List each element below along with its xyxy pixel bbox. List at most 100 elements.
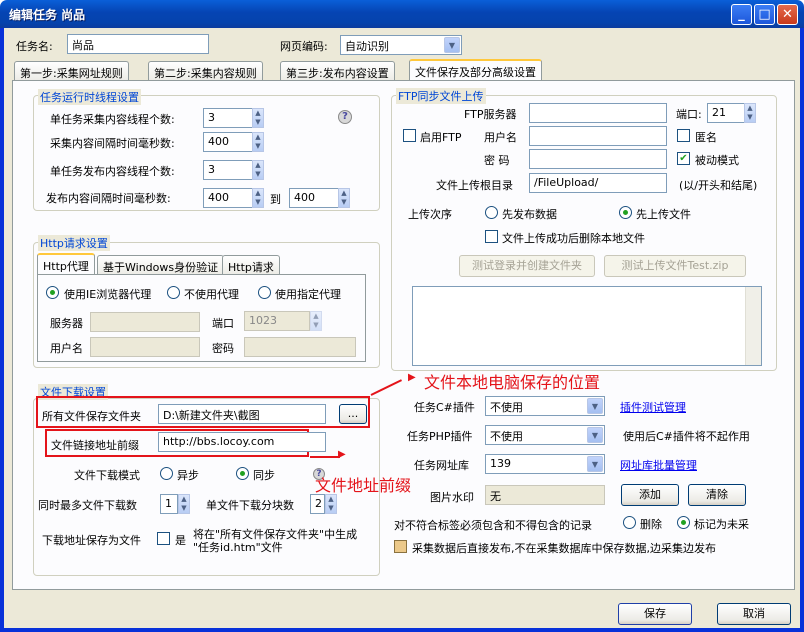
tab-step3[interactable]: 第三步:发布内容设置 <box>280 61 395 81</box>
csharp-plugin-select[interactable]: 不使用 ▼ <box>485 396 605 416</box>
test-upload-button[interactable]: 测试上传文件Test.zip <box>604 255 746 277</box>
pub-interval-from-spinner[interactable]: ▲ ▼ <box>252 188 264 208</box>
cancel-button[interactable]: 取消 <box>717 603 791 625</box>
annotation-prefix: 文件地址前缀 <box>315 476 412 495</box>
direct-publish-label: 采集数据后直接发布,不在采集数据库中保存数据,边采集边发布 <box>412 542 716 555</box>
title-bar[interactable]: 编辑任务 尚品 _ □ ✕ <box>0 0 804 28</box>
ftp-server-label: FTP服务器 <box>464 108 517 121</box>
ftp-port-input[interactable]: 21 <box>707 103 745 123</box>
pub-interval-from-input[interactable]: 400 <box>203 188 253 208</box>
proxy-none-radio[interactable] <box>167 286 180 299</box>
php-plugin-select[interactable]: 不使用 ▼ <box>485 425 605 445</box>
clear-button[interactable]: 清除 <box>688 484 746 506</box>
save-button[interactable]: 保存 <box>618 603 692 625</box>
help-icon[interactable]: ? <box>338 110 352 124</box>
interval-input[interactable]: 400 <box>203 132 253 152</box>
task-name-input[interactable]: 尚品 <box>67 34 209 54</box>
order-upload-radio[interactable] <box>619 206 632 219</box>
nomatch-delete-radio[interactable] <box>623 516 636 529</box>
maximize-button[interactable]: □ <box>754 4 775 25</box>
mode-async-label: 异步 <box>177 469 199 482</box>
proxy-custom-label: 使用指定代理 <box>275 288 341 301</box>
tab-step1[interactable]: 第一步:采集网址规则 <box>14 61 129 81</box>
encoding-label: 网页编码: <box>280 40 328 53</box>
close-button[interactable]: ✕ <box>777 4 798 25</box>
interval-spinner[interactable]: ▲ ▼ <box>252 132 264 152</box>
annotation-location: 文件本地电脑保存的位置 <box>424 373 601 392</box>
url-library-select[interactable]: 139 ▼ <box>485 454 605 474</box>
chunks-input[interactable]: 2 <box>310 494 325 514</box>
test-login-button[interactable]: 测试登录并创建文件夹 <box>459 255 595 277</box>
prefix-label: 文件链接地址前缀 <box>51 439 139 452</box>
proxy-ie-radio[interactable] <box>46 286 59 299</box>
passive-mode-checkbox[interactable]: ✔ <box>677 152 690 165</box>
chunks-spinner[interactable]: ▲ ▼ <box>325 494 337 514</box>
mode-sync-radio[interactable] <box>236 467 249 480</box>
add-button[interactable]: 添加 <box>621 484 679 506</box>
tab-http-proxy[interactable]: Http代理 <box>37 253 95 275</box>
tab-windows-auth[interactable]: 基于Windows身份验证 <box>97 255 225 275</box>
proxy-port-input[interactable]: 1023 <box>244 311 310 331</box>
php-plugin-note: 使用后C#插件将不起作用 <box>623 430 750 443</box>
folder-input[interactable]: D:\新建文件夹\截图 <box>158 404 326 424</box>
browse-button[interactable]: ... <box>339 404 367 424</box>
enable-ftp-checkbox[interactable] <box>403 129 416 142</box>
max-downloads-label: 同时最多文件下载数 <box>38 499 137 512</box>
save-as-checkbox[interactable] <box>157 532 170 545</box>
proxy-custom-radio[interactable] <box>258 286 271 299</box>
encoding-select[interactable]: 自动识别 ▼ <box>340 35 462 55</box>
url-library-link[interactable]: 网址库批量管理 <box>620 457 697 473</box>
passive-mode-label: 被动模式 <box>695 154 739 167</box>
anonymous-checkbox[interactable] <box>677 129 690 142</box>
pub-threads-input[interactable]: 3 <box>203 160 253 180</box>
save-as-description: 将在"所有文件保存文件夹"中生成 "任务id.htm"文件 <box>193 528 358 554</box>
tab-file-save[interactable]: 文件保存及部分高级设置 <box>409 59 542 81</box>
ftp-user-input[interactable] <box>529 126 667 146</box>
delete-local-checkbox[interactable] <box>485 230 498 243</box>
watermark-label: 图片水印 <box>430 491 474 504</box>
threads-spinner[interactable]: ▲ ▼ <box>252 108 264 128</box>
chevron-down-icon: ▼ <box>587 456 603 472</box>
chunks-label: 单文件下载分块数 <box>206 499 294 512</box>
tab-http-request[interactable]: Http请求 <box>222 255 280 275</box>
ftp-server-input[interactable] <box>529 103 667 123</box>
ftp-port-label: 端口: <box>676 108 702 121</box>
ftp-log-textarea[interactable] <box>412 286 762 366</box>
max-downloads-spinner[interactable]: ▲ ▼ <box>178 494 190 514</box>
url-library-value: 139 <box>490 457 511 470</box>
threads-input[interactable]: 3 <box>203 108 253 128</box>
proxy-server-input[interactable] <box>90 312 200 332</box>
proxy-server-label: 服务器 <box>50 317 83 330</box>
plugin-test-link[interactable]: 插件测试管理 <box>620 399 686 415</box>
prefix-input[interactable]: http://bbs.locoy.com <box>158 432 326 452</box>
folder-label: 所有文件保存文件夹 <box>42 410 141 423</box>
minimize-button[interactable]: _ <box>731 4 752 25</box>
proxy-password-label: 密码 <box>212 342 234 355</box>
url-library-label: 任务网址库 <box>414 459 469 472</box>
order-upload-label: 先上传文件 <box>636 208 691 221</box>
proxy-port-spinner[interactable]: ▲ ▼ <box>310 311 322 331</box>
tab-step2[interactable]: 第二步:采集内容规则 <box>148 61 263 81</box>
task-name-label: 任务名: <box>16 40 53 53</box>
ftp-root-input[interactable]: /FileUpload/ <box>529 173 667 193</box>
nomatch-mark-radio[interactable] <box>677 516 690 529</box>
ftp-port-spinner[interactable]: ▲ ▼ <box>744 103 756 123</box>
pub-interval-to-input[interactable]: 400 <box>289 188 339 208</box>
pub-interval-to-spinner[interactable]: ▲ ▼ <box>338 188 350 208</box>
watermark-input[interactable]: 无 <box>485 485 605 505</box>
proxy-none-label: 不使用代理 <box>184 288 239 301</box>
csharp-plugin-value: 不使用 <box>490 401 523 414</box>
proxy-user-input[interactable] <box>90 337 200 357</box>
arrow-head-icon: ▶ <box>338 449 346 460</box>
proxy-password-input[interactable] <box>244 337 356 357</box>
scrollbar[interactable] <box>745 287 761 365</box>
pub-threads-spinner[interactable]: ▲ ▼ <box>252 160 264 180</box>
mode-async-radio[interactable] <box>160 467 173 480</box>
direct-publish-checkbox[interactable] <box>394 540 407 553</box>
ftp-password-input[interactable] <box>529 149 667 169</box>
max-downloads-input[interactable]: 1 <box>160 494 178 514</box>
ftp-root-label: 文件上传根目录 <box>436 179 513 192</box>
http-group-title: Http请求设置 <box>38 235 110 251</box>
chevron-down-icon: ▼ <box>587 398 603 414</box>
order-publish-radio[interactable] <box>485 206 498 219</box>
